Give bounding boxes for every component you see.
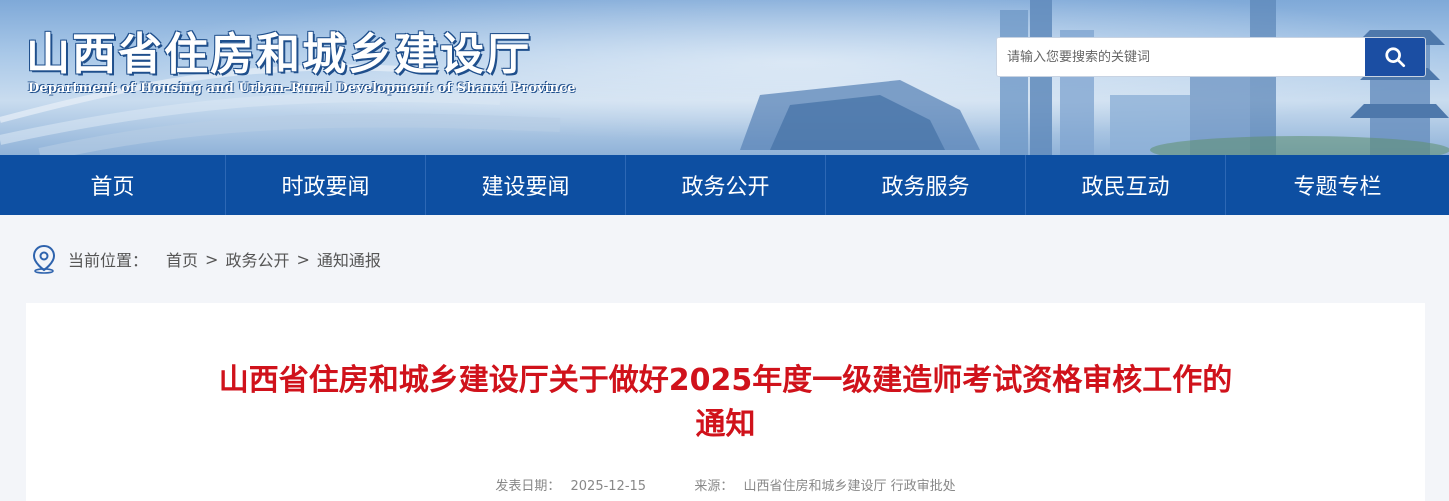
breadcrumb-separator: >	[205, 249, 219, 269]
site-subtitle: Department of Housing and Urban–Rural De…	[28, 81, 576, 96]
article-title-line1: 山西省住房和城乡建设厅关于做好2025年度一级建造师考试资格审核工作的	[218, 363, 1233, 398]
nav-item-home[interactable]: 首页	[0, 155, 226, 215]
date-label: 发表日期：	[495, 479, 561, 494]
article-title: 山西省住房和城乡建设厅关于做好2025年度一级建造师考试资格审核工作的 通知	[26, 359, 1425, 447]
breadcrumb-separator: >	[296, 249, 310, 269]
nav-item-public-interaction[interactable]: 政民互动	[1026, 155, 1226, 215]
publish-date: 2025-12-15	[570, 479, 647, 494]
search-icon	[1385, 47, 1406, 68]
breadcrumb-home[interactable]: 首页	[166, 247, 198, 271]
article-panel: 山西省住房和城乡建设厅关于做好2025年度一级建造师考试资格审核工作的 通知 发…	[26, 303, 1425, 501]
nav-item-special-topics[interactable]: 专题专栏	[1226, 155, 1449, 215]
source-label: 来源：	[694, 479, 734, 494]
breadcrumb: 当前位置： 首页 > 政务公开 > 通知通报	[30, 243, 381, 275]
breadcrumb-notices[interactable]: 通知通报	[317, 247, 381, 271]
search-box	[996, 37, 1426, 77]
nav-item-government-affairs[interactable]: 政务公开	[626, 155, 826, 215]
main-nav: 首页 时政要闻 建设要闻 政务公开 政务服务 政民互动 专题专栏	[0, 155, 1449, 215]
nav-item-political-news[interactable]: 时政要闻	[226, 155, 426, 215]
source-value: 山西省住房和城乡建设厅 行政审批处	[743, 479, 956, 494]
site-title: 山西省住房和城乡建设厅	[26, 29, 532, 80]
search-button[interactable]	[1365, 38, 1425, 76]
breadcrumb-label: 当前位置：	[68, 251, 149, 270]
article-meta: 发表日期： 2025-12-15 来源： 山西省住房和城乡建设厅 行政审批处	[26, 475, 1425, 494]
nav-item-government-services[interactable]: 政务服务	[826, 155, 1026, 215]
nav-item-construction-news[interactable]: 建设要闻	[426, 155, 626, 215]
article-title-line2: 通知	[695, 407, 756, 442]
breadcrumb-government-affairs[interactable]: 政务公开	[225, 247, 289, 271]
search-input[interactable]	[997, 38, 1365, 76]
header-banner: 山西省住房和城乡建设厅 Department of Housing and Ur…	[0, 0, 1449, 155]
location-pin-icon	[30, 244, 58, 274]
